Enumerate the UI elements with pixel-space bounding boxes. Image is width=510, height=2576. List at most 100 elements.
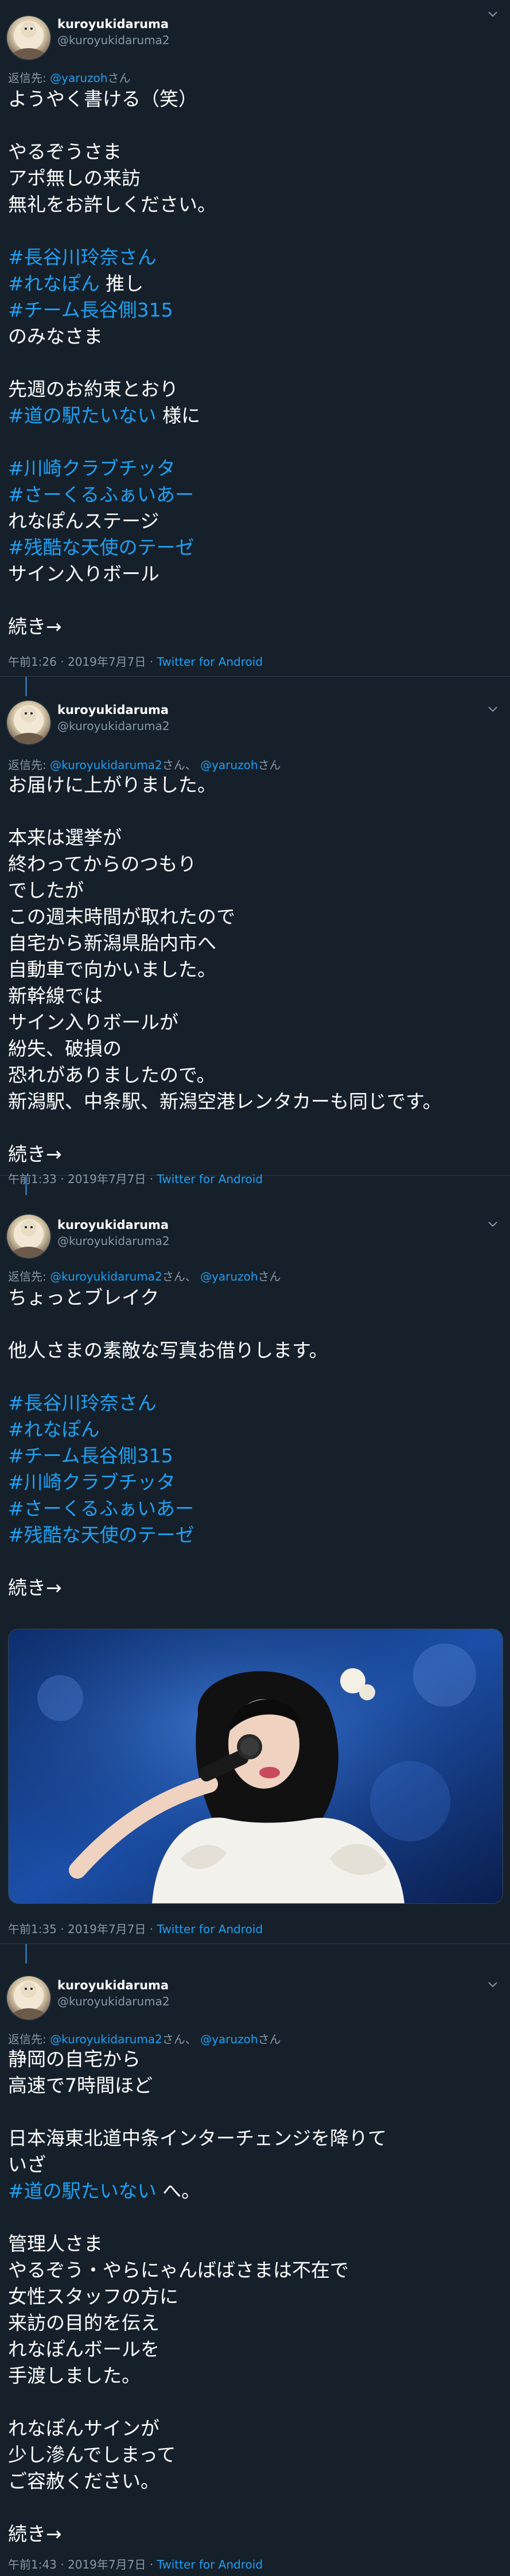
text-line [8, 350, 501, 376]
meta-separator: · [60, 2558, 64, 2571]
tweet-text: 静岡の自宅から 高速で7時間ほど 日本海東北道中条インターチェンジを降りて いざ #道の… [8, 2046, 501, 2547]
tweet-time[interactable]: 午前1:35 [8, 1922, 57, 1936]
text-line: 紛失、破損の [8, 1036, 501, 1062]
display-name[interactable]: kuroyukidaruma [57, 1977, 170, 1993]
text-span: ご容赦ください。 [8, 2470, 159, 2492]
hashtag-line: #チーム長谷側315 [8, 1443, 501, 1469]
text-line: 少し滲んでしまって [8, 2442, 501, 2468]
hashtag-link[interactable]: #道の駅たいない [8, 404, 157, 427]
avatar[interactable] [7, 701, 50, 744]
hashtag-link[interactable]: #さーくるふぁいあー [8, 1497, 194, 1520]
text-line: 終わってからのつもり [8, 851, 501, 877]
text-line: サイン入りボールが [8, 1009, 501, 1036]
text-span: 手渡しました。 [8, 2364, 141, 2387]
text-line: 本来は選挙が [8, 825, 501, 851]
tweet-author[interactable]: kuroyukidaruma @kuroyukidaruma2 [57, 1217, 170, 1249]
user-handle[interactable]: @kuroyukidaruma2 [57, 1233, 170, 1249]
text-line [8, 798, 501, 825]
tweet-date[interactable]: 2019年7月7日 [68, 1922, 146, 1936]
text-span: 先週のお約束とおり [8, 378, 178, 400]
hashtag-link[interactable]: #さーくるふぁいあー [8, 483, 194, 506]
text-line: 来訪の目的を伝え [8, 2310, 501, 2336]
text-line: この週末時間が取れたので [8, 904, 501, 930]
avatar[interactable] [7, 1215, 50, 1258]
text-line: れなぽんサインが [8, 2415, 501, 2442]
text-span: 高速で7時間ほど [8, 2074, 153, 2097]
user-handle[interactable]: @kuroyukidaruma2 [57, 718, 170, 734]
tweet[interactable]: kuroyukidaruma @kuroyukidaruma2 返信先: @ku… [0, 677, 510, 1186]
mention-link[interactable]: @kuroyukidaruma2 [50, 1270, 162, 1283]
mention-link[interactable]: @yaruzoh [50, 71, 107, 85]
hashtag-link[interactable]: #残酷な天使のテーゼ [8, 536, 194, 559]
text-line: 他人さまの素敵な写真お借りします。 [8, 1337, 501, 1364]
text-span: ようやく書ける（笑） [8, 88, 197, 110]
tweet-time[interactable]: 午前1:26 [8, 655, 57, 669]
reply-suffix: さん [107, 71, 131, 85]
hashtag-link[interactable]: #れなぽん [8, 1418, 100, 1441]
chevron-down-icon[interactable] [486, 7, 500, 21]
mention-link[interactable]: @yaruzoh [200, 758, 258, 772]
text-line: やるぞうさま [8, 139, 501, 165]
tweet-client[interactable]: Twitter for Android [157, 2558, 263, 2571]
tweet-meta: 午前1:26 · 2019年7月7日 · Twitter for Android [8, 654, 263, 670]
avatar[interactable] [7, 16, 50, 60]
tweet-author[interactable]: kuroyukidaruma @kuroyukidaruma2 [57, 1977, 170, 2009]
hashtag-link[interactable]: #残酷な天使のテーゼ [8, 1524, 194, 1546]
tweet[interactable]: kuroyukidaruma @kuroyukidaruma2 返信先: @ya… [0, 0, 510, 677]
hashtag-link[interactable]: #長谷川玲奈さん [8, 246, 157, 268]
tweet-date[interactable]: 2019年7月7日 [68, 2558, 146, 2571]
display-name[interactable]: kuroyukidaruma [57, 702, 170, 718]
mention-link[interactable]: @kuroyukidaruma2 [50, 758, 162, 772]
chevron-down-icon[interactable] [486, 702, 500, 716]
text-span: サイン入りボール [8, 563, 159, 585]
text-line: 先週のお約束とおり [8, 376, 501, 403]
hashtag-line: #れなぽん [8, 1416, 501, 1443]
mention-link[interactable]: @yaruzoh [200, 2032, 258, 2046]
tweet-client[interactable]: Twitter for Android [157, 1922, 263, 1936]
chevron-down-icon[interactable] [486, 1977, 500, 1991]
text-span: 他人さまの素敵な写真お借りします。 [8, 1339, 328, 1361]
hashtag-line: #川崎クラブチッタ [8, 455, 501, 482]
tweet-client[interactable]: Twitter for Android [157, 655, 263, 669]
hashtag-line: #道の駅たいない 様に [8, 403, 501, 429]
avatar[interactable] [7, 1976, 50, 2020]
mention-link[interactable]: @kuroyukidaruma2 [50, 2032, 162, 2046]
user-handle[interactable]: @kuroyukidaruma2 [57, 1993, 170, 2009]
user-handle[interactable]: @kuroyukidaruma2 [57, 32, 170, 48]
text-span: やるぞうさま [8, 140, 122, 163]
tweet[interactable]: kuroyukidaruma @kuroyukidaruma2 返信先: @ku… [0, 1944, 510, 2576]
meta-separator: · [60, 655, 64, 669]
hashtag-link[interactable]: #川崎クラブチッタ [8, 1471, 176, 1493]
meta-separator: · [60, 1922, 64, 1936]
tweet-author[interactable]: kuroyukidaruma @kuroyukidaruma2 [57, 16, 170, 48]
display-name[interactable]: kuroyukidaruma [57, 16, 170, 32]
tweet[interactable]: kuroyukidaruma @kuroyukidaruma2 返信先: @ku… [0, 1176, 510, 1944]
text-span: 続き→ [8, 615, 62, 638]
tweet-text: ようやく書ける（笑） やるぞうさま アポ無しの来訪 無礼をお許しください。 #長谷川玲奈… [8, 86, 501, 640]
tweet-time[interactable]: 午前1:43 [8, 2558, 57, 2571]
hashtag-link[interactable]: #道の駅たいない [8, 2180, 157, 2202]
reply-suffix: さん、 [162, 758, 197, 772]
hashtag-link[interactable]: #チーム長谷側315 [8, 299, 173, 321]
reply-to: 返信先: @yaruzohさん [8, 70, 131, 86]
text-line: やるぞう・やらにゃんばばさまは不在で [8, 2257, 501, 2284]
hashtag-link[interactable]: #れなぽん [8, 272, 100, 295]
text-line [8, 2389, 501, 2415]
tweet-author[interactable]: kuroyukidaruma @kuroyukidaruma2 [57, 702, 170, 734]
mention-link[interactable]: @yaruzoh [200, 1270, 258, 1283]
meta-separator: · [149, 655, 154, 669]
tweet-photo[interactable] [8, 1629, 503, 1904]
text-span: 自動車で向かいました。 [8, 958, 216, 981]
text-span: お届けに上がりました。 [8, 774, 216, 796]
hashtag-link[interactable]: #長谷川玲奈さん [8, 1392, 157, 1414]
reply-label: 返信先: [8, 2032, 46, 2046]
text-line [8, 2099, 501, 2125]
hashtag-link[interactable]: #チーム長谷側315 [8, 1445, 173, 1467]
text-line [8, 1364, 501, 1390]
text-line: 日本海東北道中条インターチェンジを降りて [8, 2125, 501, 2152]
tweet-date[interactable]: 2019年7月7日 [68, 655, 146, 669]
text-line [8, 1311, 501, 1337]
display-name[interactable]: kuroyukidaruma [57, 1217, 170, 1233]
chevron-down-icon[interactable] [486, 1217, 500, 1231]
hashtag-link[interactable]: #川崎クラブチッタ [8, 457, 176, 479]
